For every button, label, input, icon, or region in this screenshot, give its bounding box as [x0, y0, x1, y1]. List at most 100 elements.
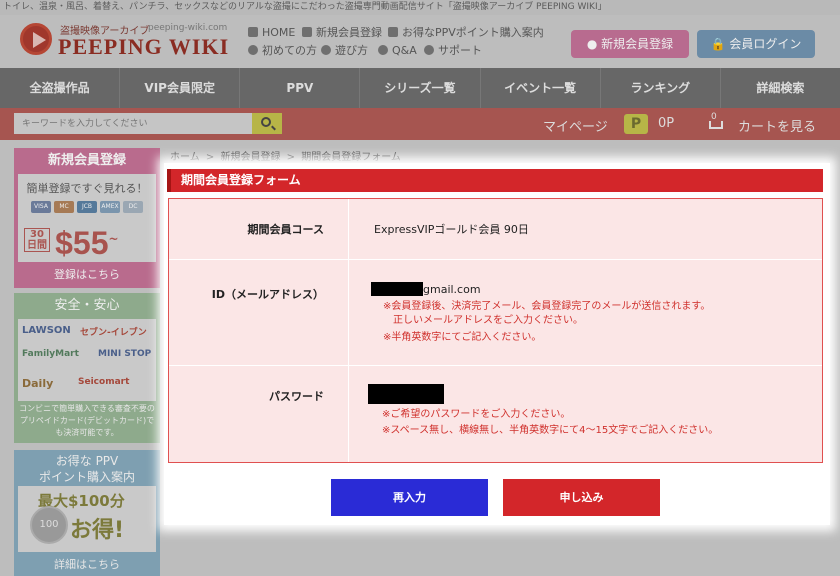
- redacted-email-user: [371, 282, 423, 296]
- lawson-logo: LAWSON: [22, 325, 71, 336]
- nav-ppv[interactable]: PPV: [240, 68, 361, 108]
- id-field[interactable]: gmail.com ※会員登録後、決済完了メール、会員登録完了のメールが送信され…: [350, 260, 822, 365]
- sidebar-registration-banner[interactable]: 新規会員登録 簡単登録ですぐ見れる！ VISA MC JCB AMEX DC 3…: [14, 148, 160, 288]
- nav-new-registration-link[interactable]: 新規会員登録: [302, 26, 382, 40]
- course-row: 期間会員コース ExpressVIPゴールド会員 90日: [169, 199, 822, 260]
- nav-first-time-label: 初めての方: [262, 44, 317, 57]
- dc-card-icon: DC: [123, 201, 143, 213]
- ministop-logo: MINI STOP: [98, 349, 152, 359]
- ppv-icon: [388, 27, 398, 37]
- price-days-number: 30: [30, 229, 44, 240]
- points-value[interactable]: 0P: [658, 116, 674, 131]
- id-note-3: ※半角英数字にてご記入ください。: [383, 332, 542, 343]
- id-row: ID（メールアドレス） gmail.com ※会員登録後、決済完了メール、会員登…: [169, 260, 822, 366]
- nav-how-to-link[interactable]: 遊び方: [321, 44, 368, 58]
- password-field[interactable]: ※ご希望のパスワードをご入力ください。 ※スペース無し、横線無し、半角英数字にて…: [350, 366, 822, 462]
- visa-card-icon: VISA: [31, 201, 51, 213]
- play-logo-icon: [20, 23, 52, 55]
- seicomart-logo: Seicomart: [78, 377, 130, 387]
- nav-qa-label: Q&A: [392, 44, 417, 57]
- cart-link[interactable]: カートを見る: [738, 116, 816, 135]
- registration-form-table: 期間会員コース ExpressVIPゴールド会員 90日 ID（メールアドレス）…: [168, 198, 823, 463]
- registration-price: 30 日間 $55~: [24, 225, 119, 261]
- points-icon: P: [624, 114, 648, 134]
- nav-ppv-points-label: お得なPPVポイント購入案内: [402, 26, 544, 39]
- course-value: ExpressVIPゴールド会員 90日: [350, 199, 822, 259]
- sidebar-registration-title: 新規会員登録: [47, 153, 126, 168]
- question-icon: [378, 45, 388, 55]
- logo-url: peeping-wiki.com: [148, 23, 228, 33]
- password-row: パスワード ※ご希望のパスワードをご入力ください。 ※スペース無し、横線無し、半…: [169, 366, 822, 462]
- form-title: 期間会員登録フォーム: [167, 169, 823, 192]
- nav-vip-only[interactable]: VIP会員限定: [120, 68, 241, 108]
- search-input[interactable]: [14, 113, 252, 134]
- id-note-1: ※会員登録後、決済完了メール、会員登録完了のメールが送信されます。: [383, 301, 711, 312]
- breadcrumb: ホーム > 新規会員登録 > 期間会員登録フォーム: [170, 148, 401, 163]
- sidebar-safety-title: 安全・安心: [54, 298, 120, 313]
- sidebar-safety-note: コンビニで簡単購入できる審査不要のプリペイドカード(デビットカード)でも決済可能…: [19, 404, 155, 437]
- sidebar-ppv-title-line1: お得な PPV: [55, 454, 119, 468]
- sidebar-ppv-title: お得な PPV ポイント購入案内: [14, 450, 160, 486]
- search-button[interactable]: [252, 113, 282, 134]
- breadcrumb-separator: >: [286, 152, 296, 163]
- nav-series[interactable]: シリーズ一覧: [360, 68, 481, 108]
- payment-cards: VISA MC JCB AMEX DC: [18, 201, 156, 213]
- breadcrumb-new-registration[interactable]: 新規会員登録: [220, 152, 280, 163]
- jcb-card-icon: JCB: [77, 201, 97, 213]
- nav-support-link[interactable]: サポート: [424, 44, 482, 58]
- site-tagline: トイレ、温泉・風呂、着替え、パンチラ、セックスなどのリアルな盗撮にこだわった盗撮…: [0, 0, 840, 15]
- nav-home-link[interactable]: HOME: [248, 26, 295, 40]
- sidebar-registration-subtitle: 簡単登録ですぐ見れる！: [26, 182, 148, 195]
- course-label: 期間会員コース: [169, 199, 349, 259]
- support-icon: [424, 45, 434, 55]
- id-note-2: 正しいメールアドレスをご入力ください。: [393, 315, 583, 326]
- nav-ppv-points-link[interactable]: お得なPPVポイント購入案内: [388, 26, 544, 40]
- daily-yamazaki-logo: Daily: [22, 377, 54, 390]
- sidebar-registration-link[interactable]: 登録はこちら: [14, 262, 160, 288]
- breadcrumb-home[interactable]: ホーム: [170, 152, 200, 163]
- nav-ranking[interactable]: ランキング: [601, 68, 721, 108]
- password-note-2: ※スペース無し、横線無し、半角英数字にて4～15文字でご記入ください。: [382, 425, 719, 436]
- login-button-label: 会員ログイン: [729, 37, 802, 51]
- play-icon: [321, 45, 331, 55]
- cart-icon[interactable]: 0: [707, 112, 727, 134]
- home-icon: [248, 27, 258, 37]
- id-label: ID（メールアドレス）: [169, 260, 349, 365]
- familymart-logo: FamilyMart: [22, 349, 79, 359]
- search-icon: [261, 117, 271, 127]
- register-icon: [302, 27, 312, 37]
- nav-support-label: サポート: [438, 44, 482, 57]
- sidebar-ppv-title-line2: ポイント購入案内: [38, 470, 135, 484]
- registration-form-panel: 期間会員登録フォーム 期間会員コース ExpressVIPゴールド会員 90日 …: [164, 163, 830, 525]
- sidebar-ppv-link[interactable]: 詳細はこちら: [14, 554, 160, 576]
- nav-how-to-label: 遊び方: [335, 44, 368, 57]
- nav-qa-link[interactable]: Q&A: [378, 44, 417, 58]
- nav-advanced-search[interactable]: 詳細検索: [721, 68, 840, 108]
- reset-button[interactable]: 再入力: [331, 479, 488, 516]
- amex-card-icon: AMEX: [100, 201, 120, 213]
- site-logo[interactable]: 盗撮映像アーカイブ peeping-wiki.com PEEPING WIKI: [20, 21, 230, 63]
- sidebar-ppv-body: 最大$100分 100 お得!: [18, 486, 156, 552]
- course-label-text: 期間会員コース: [247, 223, 324, 236]
- nav-new-registration-label: 新規会員登録: [316, 26, 382, 39]
- sidebar-safety-banner[interactable]: 安全・安心 LAWSON セブン-イレブン FamilyMart MINI ST…: [14, 293, 160, 443]
- submit-button[interactable]: 申し込み: [503, 479, 660, 516]
- price-amount: $55: [55, 225, 109, 261]
- mastercard-icon: MC: [54, 201, 74, 213]
- nav-first-time-link[interactable]: 初めての方: [248, 44, 317, 58]
- nav-all-works[interactable]: 全盗撮作品: [0, 68, 121, 108]
- nav-events[interactable]: イベント一覧: [481, 68, 601, 108]
- sidebar-registration-body: 簡単登録ですぐ見れる！ VISA MC JCB AMEX DC 30 日間 $55…: [18, 174, 156, 262]
- convenience-store-logos: LAWSON セブン-イレブン FamilyMart MINI STOP Dai…: [18, 319, 156, 401]
- ppv-deal-label: お得!: [70, 518, 125, 543]
- email-value[interactable]: gmail.com: [371, 282, 822, 297]
- register-button[interactable]: ● 新規会員登録: [571, 30, 689, 58]
- id-label-text: ID（メールアドレス）: [211, 288, 324, 301]
- coin-icon: 100: [30, 506, 68, 544]
- login-button[interactable]: 🔒 会員ログイン: [697, 30, 815, 58]
- redacted-password[interactable]: [368, 384, 444, 404]
- mypage-link[interactable]: マイページ: [543, 116, 608, 135]
- main-nav: 全盗撮作品 VIP会員限定 PPV シリーズ一覧 イベント一覧 ランキング 詳細…: [0, 68, 840, 108]
- sidebar-ppv-banner[interactable]: お得な PPV ポイント購入案内 最大$100分 100 お得! 詳細はこちら: [14, 450, 160, 576]
- register-button-label: 新規会員登録: [601, 37, 674, 51]
